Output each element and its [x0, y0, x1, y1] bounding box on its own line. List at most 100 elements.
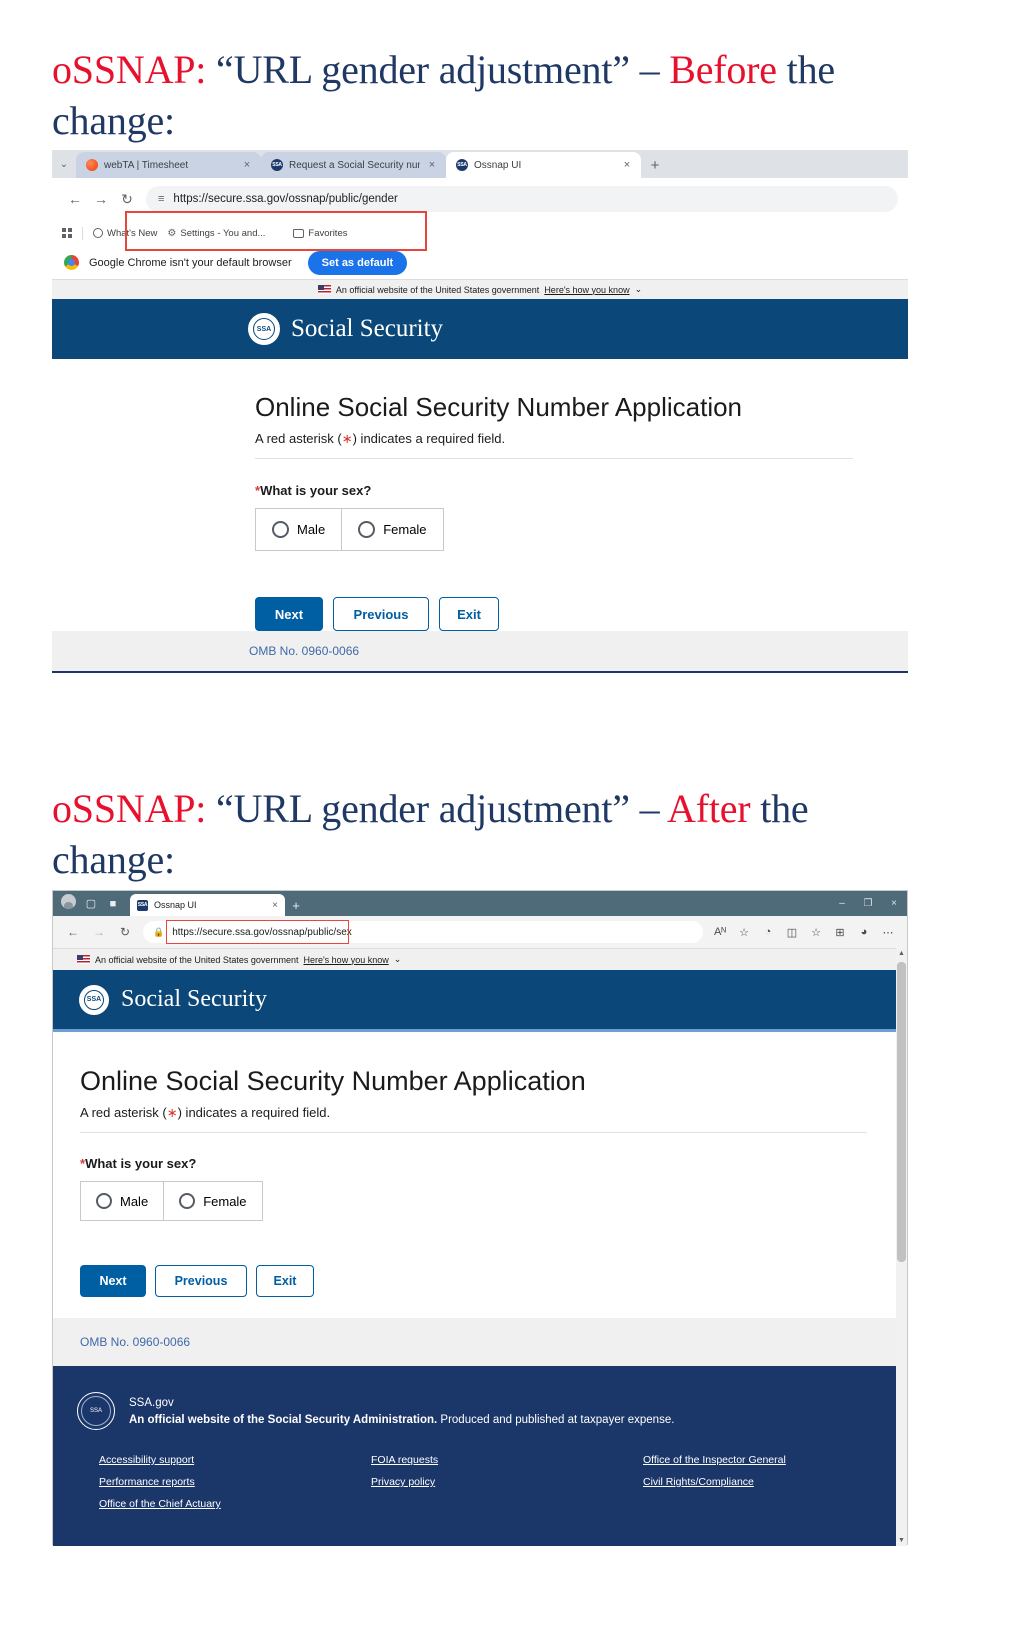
apps-grid-icon[interactable] — [62, 228, 72, 238]
edge-page-viewport: An official website of the United States… — [53, 948, 907, 1546]
reload-button[interactable]: ↻ — [114, 186, 140, 212]
default-browser-infobar: Google Chrome isn't your default browser… — [52, 246, 908, 279]
radio-option-male[interactable]: Male — [81, 1182, 163, 1220]
collections-icon[interactable]: ⊞ — [829, 921, 851, 943]
bookmark-whats-new[interactable]: What's New — [93, 228, 157, 239]
previous-button[interactable]: Previous — [155, 1265, 247, 1297]
asterisk-icon: ∗ — [166, 1105, 178, 1120]
radio-option-female[interactable]: Female — [163, 1182, 261, 1220]
form-button-row: Next Previous Exit — [80, 1265, 867, 1297]
radio-label: Female — [383, 522, 427, 537]
page-title: Online Social Security Number Applicatio… — [80, 1066, 586, 1096]
bookmark-favorites[interactable]: Favorites — [293, 228, 347, 239]
tab-actions-icon[interactable]: ■ — [102, 892, 124, 916]
back-button[interactable]: ← — [62, 186, 88, 212]
reload-button[interactable]: ↻ — [113, 920, 137, 944]
address-bar[interactable]: ≡ https://secure.ssa.gov/ossnap/public/g… — [146, 186, 898, 212]
heading-1-part-2: Before — [669, 47, 777, 92]
site-settings-icon[interactable]: ≡ — [158, 193, 164, 205]
settings-more-icon[interactable]: ⋯ — [877, 921, 899, 943]
chrome-tab-webta[interactable]: webTA | Timesheet × — [76, 152, 261, 178]
heres-how-you-know-link[interactable]: Here's how you know — [544, 285, 629, 295]
bookmark-label: Settings - You and... — [180, 227, 266, 239]
chrome-toolbar: ← → ↻ ≡ https://secure.ssa.gov/ossnap/pu… — [52, 178, 908, 251]
ssa-main-content: Online Social Security Number Applicatio… — [53, 1032, 907, 1318]
radio-option-male[interactable]: Male — [256, 509, 341, 550]
new-tab-button[interactable]: + — [641, 152, 669, 178]
address-bar-url: https://secure.ssa.gov/ossnap/public/sex — [172, 926, 352, 938]
close-icon[interactable]: × — [241, 159, 253, 171]
radio-option-female[interactable]: Female — [341, 509, 442, 550]
new-tab-button[interactable]: + — [285, 894, 307, 916]
infobar-message: Google Chrome isn't your default browser — [89, 256, 292, 269]
close-window-button[interactable]: × — [881, 898, 907, 909]
back-button[interactable]: ← — [61, 920, 85, 944]
slide-deck-page: oSSNAP: “URL gender adjustment” – Before… — [0, 0, 1025, 1651]
close-icon[interactable]: × — [621, 159, 633, 171]
previous-button[interactable]: Previous — [333, 597, 429, 631]
set-as-default-button[interactable]: Set as default — [307, 250, 408, 275]
edge-tab-ossnap-ui[interactable]: SSA Ossnap UI × — [130, 894, 285, 916]
favorites-list-icon[interactable]: ☆ — [805, 921, 827, 943]
scrollbar-thumb[interactable] — [897, 962, 906, 1262]
read-aloud-icon[interactable]: Aᴺ — [709, 921, 731, 943]
window-controls: – ❐ × — [829, 898, 907, 909]
browser-essentials-icon[interactable]: ◔ — [757, 921, 779, 943]
divider — [82, 226, 83, 240]
chevron-down-icon[interactable]: ⌄ — [394, 954, 402, 965]
minimize-button[interactable]: – — [829, 898, 855, 909]
sex-radio-group: Male Female — [80, 1181, 263, 1221]
radio-label: Male — [297, 522, 326, 537]
footer-identity: SSA SSA.gov An official website of the S… — [77, 1392, 883, 1430]
close-icon[interactable]: × — [272, 900, 278, 911]
next-button[interactable]: Next — [255, 597, 323, 631]
exit-button[interactable]: Exit — [256, 1265, 314, 1297]
omb-number: OMB No. 0960-0066 — [80, 1335, 191, 1349]
chrome-logo-icon — [64, 255, 79, 270]
radio-circle-icon[interactable] — [179, 1193, 196, 1209]
radio-circle-icon[interactable] — [358, 521, 376, 538]
heres-how-you-know-link[interactable]: Here's how you know — [303, 955, 388, 965]
edge-toolbar: ← → ↻ 🔒 https://secure.ssa.gov/ossnap/pu… — [53, 916, 907, 948]
sex-question-text: What is your sex? — [260, 483, 372, 498]
next-button[interactable]: Next — [80, 1265, 146, 1297]
screenshot-after-change: ▢ ■ SSA Ossnap UI × + – ❐ × ← → ↻ 🔒 http… — [52, 890, 908, 1546]
bookmarks-bar: What's New ⚙ Settings - You and... Favor… — [52, 220, 908, 246]
omb-number: OMB No. 0960-0066 — [249, 644, 360, 658]
close-icon[interactable]: × — [426, 159, 438, 171]
note-after: ) indicates a required field. — [177, 1105, 331, 1120]
radio-circle-icon[interactable] — [96, 1193, 112, 1209]
footer-tagline: An official website of the Social Securi… — [129, 1414, 674, 1426]
chrome-tab-ssn-request[interactable]: SSA Request a Social Security numb × — [261, 152, 446, 178]
tab-search-chevron-icon[interactable]: ⌄ — [52, 150, 76, 178]
footer-link-civil-rights-compliance[interactable]: Civil Rights/Compliance — [643, 1476, 883, 1488]
footer-link-office-inspector-general[interactable]: Office of the Inspector General — [643, 1454, 883, 1466]
footer-link-office-chief-actuary[interactable]: Office of the Chief Actuary — [99, 1498, 371, 1510]
footer-link-performance-reports[interactable]: Performance reports — [99, 1476, 371, 1488]
forward-button[interactable]: → — [87, 920, 111, 944]
bookmark-settings[interactable]: ⚙ Settings - You and... — [167, 228, 265, 239]
exit-button[interactable]: Exit — [439, 597, 499, 631]
us-flag-icon — [317, 285, 331, 294]
ssa-site-footer: SSA SSA.gov An official website of the S… — [53, 1366, 907, 1546]
chrome-tab-ossnap-ui[interactable]: SSA Ossnap UI × — [446, 152, 641, 178]
split-screen-icon[interactable]: ◫ — [781, 921, 803, 943]
maximize-button[interactable]: ❐ — [855, 898, 881, 909]
address-bar[interactable]: 🔒 https://secure.ssa.gov/ossnap/public/s… — [143, 921, 703, 943]
vertical-scrollbar[interactable]: ▲ ▼ — [896, 948, 907, 1546]
profile-avatar-icon[interactable] — [61, 894, 76, 909]
footer-link-foia-requests[interactable]: FOIA requests — [371, 1454, 643, 1466]
scroll-down-arrow-icon[interactable]: ▼ — [897, 1537, 906, 1544]
ssa-favicon-icon: SSA — [456, 159, 468, 171]
radio-circle-icon[interactable] — [272, 521, 289, 538]
favorite-star-icon[interactable]: ☆ — [733, 921, 755, 943]
copilot-icon[interactable]: ▢ — [80, 892, 102, 916]
chrome-tab-title: Request a Social Security numb — [289, 159, 420, 171]
copilot-icon[interactable]: ◕ — [853, 921, 875, 943]
scroll-up-arrow-icon[interactable]: ▲ — [897, 950, 906, 957]
footer-link-accessibility-support[interactable]: Accessibility support — [99, 1454, 371, 1466]
footer-link-privacy-policy[interactable]: Privacy policy — [371, 1476, 643, 1488]
slide-1-heading: oSSNAP: “URL gender adjustment” – Before… — [52, 44, 922, 146]
forward-button[interactable]: → — [88, 186, 114, 212]
chevron-down-icon[interactable]: ⌄ — [635, 284, 643, 295]
